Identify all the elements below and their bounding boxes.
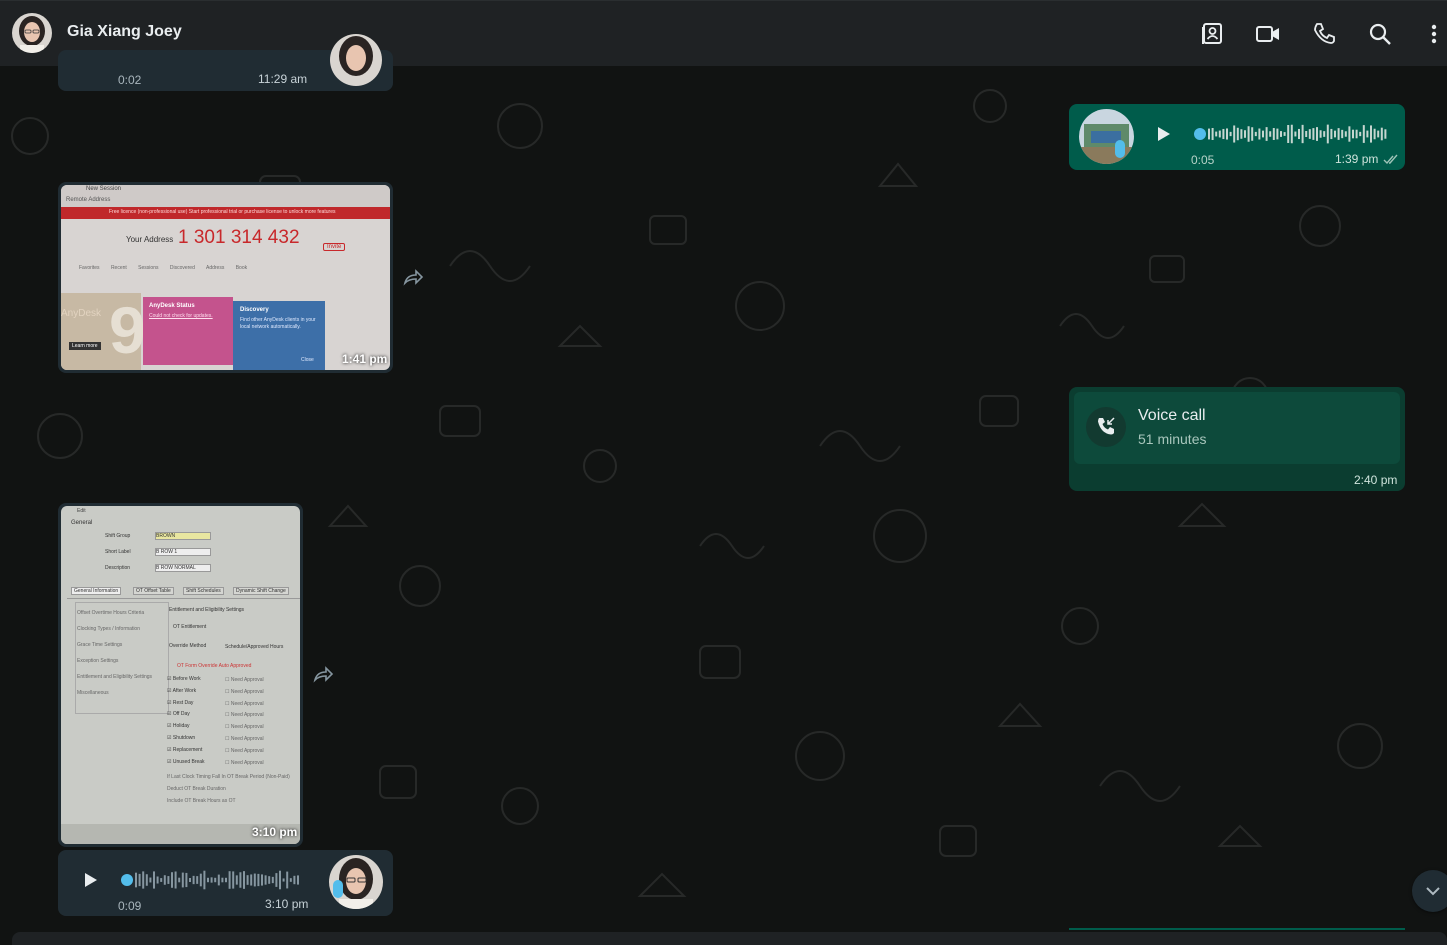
approval-option: ☐ Need Approval (225, 747, 264, 754)
approval-option: ☐ Need Approval (225, 677, 264, 683)
sender-avatar (330, 34, 382, 86)
my-avatar (1079, 109, 1134, 164)
checkbox-row: ☑ Off Day (167, 711, 190, 718)
voice-call-message[interactable]: Voice call 51 minutes 2:40 pm (1069, 387, 1405, 491)
message-time: 11:29 am (258, 72, 308, 86)
contact-card-icon[interactable] (1199, 21, 1225, 47)
approval-option: ☐ Need Approval (225, 712, 264, 719)
photo-text: Could not check for updates. (149, 313, 213, 319)
video-call-icon[interactable] (1255, 21, 1281, 47)
checkbox-row: ☑ Shutdown (167, 735, 196, 741)
checkbox-row: ☑ Rest Day (167, 699, 194, 706)
footer-line: Deduct OT Break Duration (167, 786, 226, 792)
checkbox-row: ☑ Before Work (167, 676, 201, 682)
voice-message-incoming[interactable]: 0:09 3:10 pm (58, 850, 393, 916)
checkbox-row: ☑ Replacement (167, 746, 203, 753)
photo-text: Free licence (non-professional use) Star… (109, 209, 336, 215)
menu-item: Offset Overtime Hours Criteria (77, 610, 145, 616)
message-time: 3:10 pm (265, 897, 309, 911)
message-time: 3:10 pm (252, 825, 298, 839)
voice-waveform[interactable] (120, 868, 305, 892)
anydesk-photo[interactable]: New Session Remote Address Free licence … (61, 185, 390, 370)
photo-text: Your Address (126, 235, 174, 244)
image-message-shift[interactable]: Edit General Entitlement and Eligibility… (58, 503, 303, 847)
checkbox-row: ☑ Holiday (167, 723, 190, 730)
field-value: B ROW NORMAL (155, 564, 211, 572)
menu-item: Clocking Types / Information (77, 626, 140, 632)
menu-item: Miscellaneous (77, 690, 109, 696)
photo-text: New Session (86, 186, 122, 192)
voice-message-incoming[interactable]: 0:02 11:29 am (58, 34, 393, 91)
voice-duration: 0:05 (1191, 153, 1215, 167)
incoming-call-icon (1098, 417, 1115, 435)
forward-icon[interactable] (312, 664, 334, 686)
phone-icon[interactable] (1311, 21, 1337, 47)
photo-text: General (71, 520, 93, 526)
photo-text: Entitlement and Eligibility Settings (169, 607, 245, 613)
call-title: Voice call (1138, 407, 1206, 424)
photo-text: AnyDesk (61, 308, 102, 319)
play-icon[interactable] (1153, 124, 1173, 144)
message-composer[interactable] (12, 932, 1447, 945)
mic-icon (1115, 140, 1125, 158)
call-duration: 51 minutes (1138, 431, 1207, 447)
tab: Shift Schedules (183, 587, 224, 595)
tab: Dynamic Shift Change (233, 587, 289, 595)
approval-option: ☐ Need Approval (225, 688, 264, 695)
field-label: Short Label (105, 549, 131, 555)
field-value: BROWN (155, 532, 211, 540)
photo-text: OT Entitlement (173, 624, 207, 630)
menu-item: Entitlement and Eligibility Settings (77, 674, 153, 680)
mic-icon (333, 880, 343, 898)
read-ticks-icon (1383, 154, 1398, 165)
menu-item: Grace Time Settings (77, 642, 123, 648)
voice-message-outgoing[interactable]: 0:05 1:39 pm (1069, 104, 1405, 170)
checkbox-row: ☑ Unused Break (167, 758, 205, 765)
search-icon[interactable] (1367, 21, 1393, 47)
forward-icon[interactable] (402, 267, 424, 289)
approval-option: ☐ Need Approval (225, 759, 264, 766)
photo-text: OT Form Override Auto Approved (177, 663, 252, 669)
menu-dots-icon[interactable] (1424, 21, 1444, 47)
shift-settings-photo[interactable]: Edit General Entitlement and Eligibility… (61, 506, 300, 844)
outgoing-bubble-edge (1069, 928, 1405, 930)
approval-option: ☐ Need Approval (225, 700, 264, 707)
contact-name[interactable]: Gia Xiang Joey (67, 23, 182, 41)
approval-option: ☐ Need Approval (225, 736, 264, 742)
photo-text: Close (301, 357, 314, 363)
photo-text: Override Method (169, 643, 207, 649)
voice-duration: 0:02 (118, 73, 142, 87)
tab: General Information (71, 587, 122, 595)
field-value: B ROW 1 (155, 548, 211, 556)
approval-option: ☐ Need Approval (225, 724, 264, 731)
voice-duration: 0:09 (118, 899, 142, 913)
image-message-anydesk[interactable]: New Session Remote Address Free licence … (58, 182, 393, 373)
footer-line: Include OT Break Hours as OT (167, 798, 236, 804)
photo-text: Discovery (240, 307, 269, 313)
chevron-down-icon (1426, 887, 1440, 896)
photo-text: Schedule/Approved Hours (225, 644, 284, 650)
photo-text: Find other AnyDesk clients in your local… (240, 317, 316, 330)
photo-text: Remote Address (66, 197, 111, 203)
field-label: Shift Group (105, 533, 131, 539)
message-time: 1:41 pm (342, 352, 388, 366)
footer-line: If Last Clock Timing Fall In OT Break Pe… (167, 774, 290, 780)
field-label: Description (105, 565, 131, 571)
photo-text: Invite (323, 243, 346, 251)
play-icon[interactable] (80, 870, 100, 890)
checkbox-row: ☑ After Work (167, 687, 197, 694)
contact-avatar[interactable] (12, 13, 52, 53)
photo-text: Learn more (69, 342, 101, 350)
scroll-to-bottom-button[interactable] (1412, 870, 1447, 912)
photo-text: AnyDesk Status (149, 303, 195, 309)
voice-waveform[interactable] (1193, 122, 1388, 146)
message-time: 2:40 pm (1354, 473, 1398, 487)
call-icon-circle (1086, 407, 1126, 447)
photo-text: 1 301 314 432 (178, 227, 300, 248)
tab: OT Offset Table (133, 587, 174, 595)
photo-text: Favorites Recent Sessions Discovered Add… (79, 265, 248, 271)
photo-text: Edit (77, 508, 86, 514)
message-time: 1:39 pm (1335, 152, 1379, 166)
menu-item: Exception Settings (77, 658, 119, 664)
